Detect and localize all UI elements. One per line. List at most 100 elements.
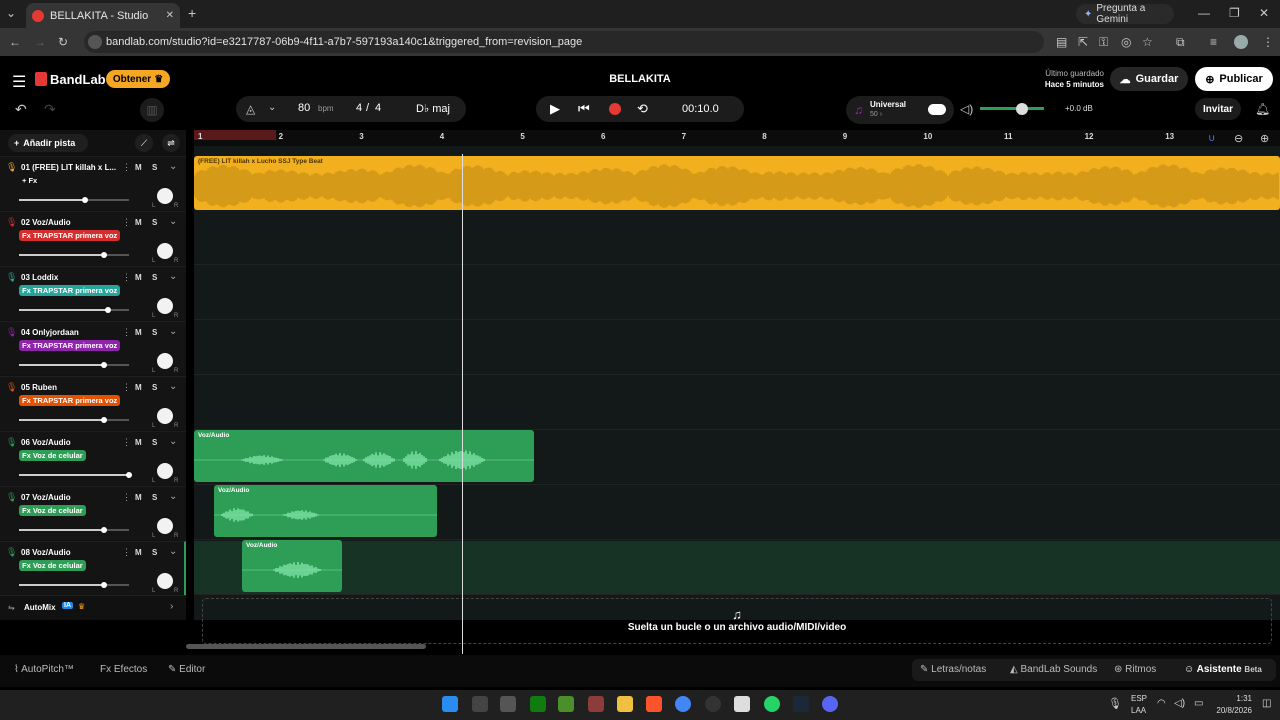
minecraft-icon[interactable]: [558, 696, 574, 712]
close-tab-icon[interactable]: ✕: [166, 10, 174, 21]
voice-clip-07[interactable]: Voz/Audio: [214, 485, 437, 537]
fx-badge[interactable]: Fx TRAPSTAR primera voz: [19, 285, 121, 296]
notification-center-icon[interactable]: ◫: [1262, 698, 1271, 709]
microphone-icon[interactable]: 🎙︎: [1108, 697, 1122, 710]
reading-mode-icon[interactable]: ▤: [1056, 35, 1067, 49]
track-header-3[interactable]: 🎙︎ 03 Loddix ⋮ M S ⌄ Fx TRAPSTAR primera voz L R: [0, 266, 186, 320]
site-info-icon[interactable]: [88, 35, 102, 49]
metronome-dropdown-icon[interactable]: ⌄: [268, 102, 276, 113]
automix-row[interactable]: ⇋ AutoMix IA ♛ ›: [0, 595, 186, 619]
pan-knob[interactable]: [157, 518, 173, 534]
master-volume-handle[interactable]: [1016, 103, 1028, 115]
solo-button[interactable]: S: [152, 273, 157, 282]
bpm-value[interactable]: 80: [298, 102, 310, 114]
solo-button[interactable]: S: [152, 163, 157, 172]
publish-button[interactable]: ⊕ Publicar: [1195, 67, 1273, 91]
asistente-button[interactable]: ☺ Asistente Beta: [1184, 664, 1262, 675]
whatsapp-icon[interactable]: [764, 696, 780, 712]
invite-button[interactable]: Invitar: [1195, 98, 1241, 120]
key-selector[interactable]: D♭ maj: [416, 102, 450, 115]
language-code[interactable]: ESP: [1131, 694, 1147, 703]
capcut-icon[interactable]: [734, 696, 750, 712]
brave-icon[interactable]: [646, 696, 662, 712]
wifi-icon[interactable]: ◠: [1157, 698, 1166, 709]
master-volume-slider[interactable]: [980, 107, 1044, 110]
voice-clip-08[interactable]: Voz/Audio: [242, 540, 342, 592]
solo-button[interactable]: S: [152, 548, 157, 557]
record-icon[interactable]: [609, 103, 621, 115]
clock-date[interactable]: 20/8/2026: [1200, 706, 1252, 715]
chevron-down-icon[interactable]: ⌄: [169, 326, 177, 337]
windows-start-icon[interactable]: [442, 696, 458, 712]
xbox-icon[interactable]: [530, 696, 546, 712]
mixer-icon[interactable]: ▥: [140, 98, 164, 122]
skip-back-icon[interactable]: ⏮: [578, 101, 590, 117]
track-header-2[interactable]: 🎙︎ 02 Voz/Audio ⋮ M S ⌄ Fx TRAPSTAR primera vo…: [0, 211, 186, 265]
mute-button[interactable]: M: [135, 548, 142, 557]
clock-time[interactable]: 1:31: [1212, 694, 1252, 703]
undo-icon[interactable]: ↶: [15, 101, 27, 118]
volume-handle[interactable]: [100, 362, 107, 368]
track-header-4[interactable]: 🎙︎ 04 Onlyjordaan ⋮ M S ⌄ Fx TRAPSTAR primera …: [0, 321, 186, 375]
close-window-icon[interactable]: ✕: [1259, 6, 1269, 20]
fx-badge[interactable]: Fx TRAPSTAR primera voz: [19, 230, 121, 241]
arrangement-area[interactable]: (FREE) LIT killah x Lucho SSJ Type Beat …: [186, 146, 1280, 654]
track-volume-slider[interactable]: [19, 252, 129, 258]
pan-knob[interactable]: [157, 298, 173, 314]
loop-region[interactable]: [194, 130, 276, 140]
volume-handle[interactable]: [126, 472, 132, 478]
chevron-down-icon[interactable]: ⌄: [169, 491, 177, 502]
track-header-5[interactable]: 🎙︎ 05 Ruben ⋮ M S ⌄ Fx TRAPSTAR primera voz L R: [0, 376, 186, 430]
add-track-button[interactable]: + Añadir pista: [8, 134, 88, 152]
track-header-7[interactable]: 🎙︎ 07 Voz/Audio ⋮ M S ⌄ Fx Voz de celular L R: [0, 486, 186, 540]
track-volume-slider[interactable]: [19, 527, 129, 533]
store-icon[interactable]: [500, 696, 516, 712]
eye-off-icon[interactable]: ◎: [1121, 35, 1131, 49]
voice-clip-06[interactable]: Voz/Audio: [194, 430, 534, 482]
magnet-icon[interactable]: ∪: [1208, 133, 1215, 144]
track-menu-icon[interactable]: ⋮: [122, 437, 131, 448]
editor-button[interactable]: ✎ Editor: [168, 664, 205, 675]
solo-button[interactable]: S: [152, 218, 157, 227]
back-icon[interactable]: ←: [9, 35, 21, 49]
fx-badge[interactable]: Fx Voz de celular: [19, 560, 86, 571]
chevron-down-icon[interactable]: ⌄: [169, 161, 177, 172]
password-key-icon[interactable]: ⚿: [1099, 35, 1108, 50]
solo-button[interactable]: S: [152, 493, 157, 502]
browser-tab[interactable]: BELLAKITA - Studio ✕: [26, 3, 180, 28]
volume-handle[interactable]: [100, 417, 107, 423]
chevron-down-icon[interactable]: ⌄: [169, 271, 177, 282]
track-volume-slider[interactable]: [19, 362, 129, 368]
solo-button[interactable]: S: [152, 383, 157, 392]
mute-button[interactable]: M: [135, 328, 142, 337]
beat-clip[interactable]: (FREE) LIT killah x Lucho SSJ Type Beat: [194, 156, 1280, 210]
track-lane-3[interactable]: [194, 266, 1280, 320]
mute-button[interactable]: M: [135, 163, 142, 172]
minimize-icon[interactable]: —: [1198, 6, 1210, 20]
chrome-icon[interactable]: [675, 696, 691, 712]
solo-button[interactable]: S: [152, 438, 157, 447]
volume-handle[interactable]: [100, 582, 107, 588]
mute-button[interactable]: M: [135, 383, 142, 392]
volume-icon[interactable]: ◁): [1174, 698, 1185, 709]
volume-handle[interactable]: [105, 307, 112, 313]
track-name[interactable]: 05 Ruben: [21, 383, 57, 392]
track-lane-8[interactable]: [194, 541, 1280, 595]
track-volume-slider[interactable]: [19, 582, 129, 588]
pan-knob[interactable]: [157, 573, 173, 589]
fx-badge[interactable]: + Fx: [19, 175, 41, 186]
track-menu-icon[interactable]: ⋮: [122, 217, 131, 228]
loop-icon[interactable]: ⟲: [637, 101, 648, 117]
track-menu-icon[interactable]: ⋮: [122, 547, 131, 558]
effects-button[interactable]: Fx Efectos: [100, 664, 147, 675]
hamburger-menu-icon[interactable]: ☰: [12, 72, 26, 92]
mute-button[interactable]: M: [135, 273, 142, 282]
track-name[interactable]: 07 Voz/Audio: [21, 493, 71, 502]
fx-badge[interactable]: Fx Voz de celular: [19, 505, 86, 516]
app-icon[interactable]: [705, 696, 721, 712]
track-name[interactable]: 06 Voz/Audio: [21, 438, 71, 447]
track-name[interactable]: 02 Voz/Audio: [21, 218, 71, 227]
chevron-down-icon[interactable]: ⌄: [169, 216, 177, 227]
track-lane-2[interactable]: [194, 211, 1280, 265]
settings-sliders-icon[interactable]: ⇌: [162, 134, 180, 152]
